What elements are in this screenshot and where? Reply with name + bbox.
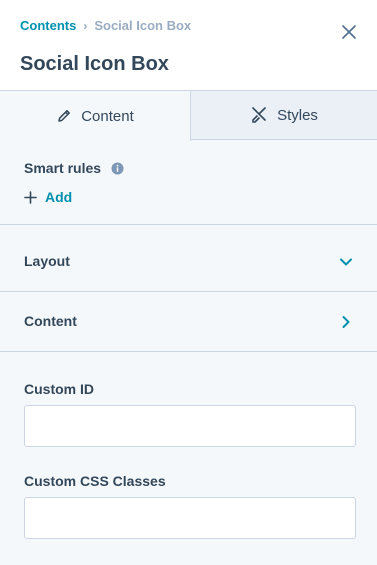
- section-layout[interactable]: Layout: [0, 232, 377, 291]
- chevron-down-icon: [340, 258, 352, 266]
- section-content-label: Content: [24, 313, 77, 329]
- tab-styles[interactable]: Styles: [191, 91, 377, 140]
- info-icon[interactable]: [111, 162, 124, 178]
- panel-header: Contents › Social Icon Box Social Icon B…: [0, 0, 377, 90]
- tab-styles-label: Styles: [277, 106, 318, 124]
- breadcrumb-current: Social Icon Box: [94, 18, 192, 33]
- page-title: Social Icon Box: [20, 53, 169, 75]
- custom-css-classes-input[interactable]: [24, 497, 356, 539]
- tab-content[interactable]: Content: [0, 91, 191, 141]
- breadcrumb-contents-link[interactable]: Contents: [20, 18, 76, 34]
- smart-rules-text: Smart rules: [24, 160, 102, 176]
- brush-icon: [252, 107, 266, 123]
- pencil-icon: [58, 110, 71, 122]
- plus-icon: [24, 190, 37, 204]
- close-icon: [342, 25, 356, 39]
- close-button[interactable]: [339, 22, 359, 42]
- divider: [0, 351, 377, 352]
- custom-id-label: Custom ID: [24, 381, 94, 397]
- add-smart-rule-button[interactable]: Add: [24, 187, 72, 207]
- tab-bar: Content Styles: [0, 90, 377, 141]
- custom-css-classes-label: Custom CSS Classes: [24, 473, 166, 489]
- breadcrumb: Contents › Social Icon Box: [20, 18, 191, 34]
- smart-rules-label: Smart rules: [24, 160, 124, 178]
- add-label: Add: [45, 189, 73, 205]
- chevron-right-icon: [342, 316, 350, 328]
- section-content[interactable]: Content: [0, 292, 377, 351]
- breadcrumb-separator: ›: [83, 19, 88, 33]
- section-layout-label: Layout: [24, 253, 70, 269]
- tab-content-label: Content: [81, 107, 134, 125]
- custom-id-input[interactable]: [24, 405, 356, 447]
- divider: [0, 224, 377, 225]
